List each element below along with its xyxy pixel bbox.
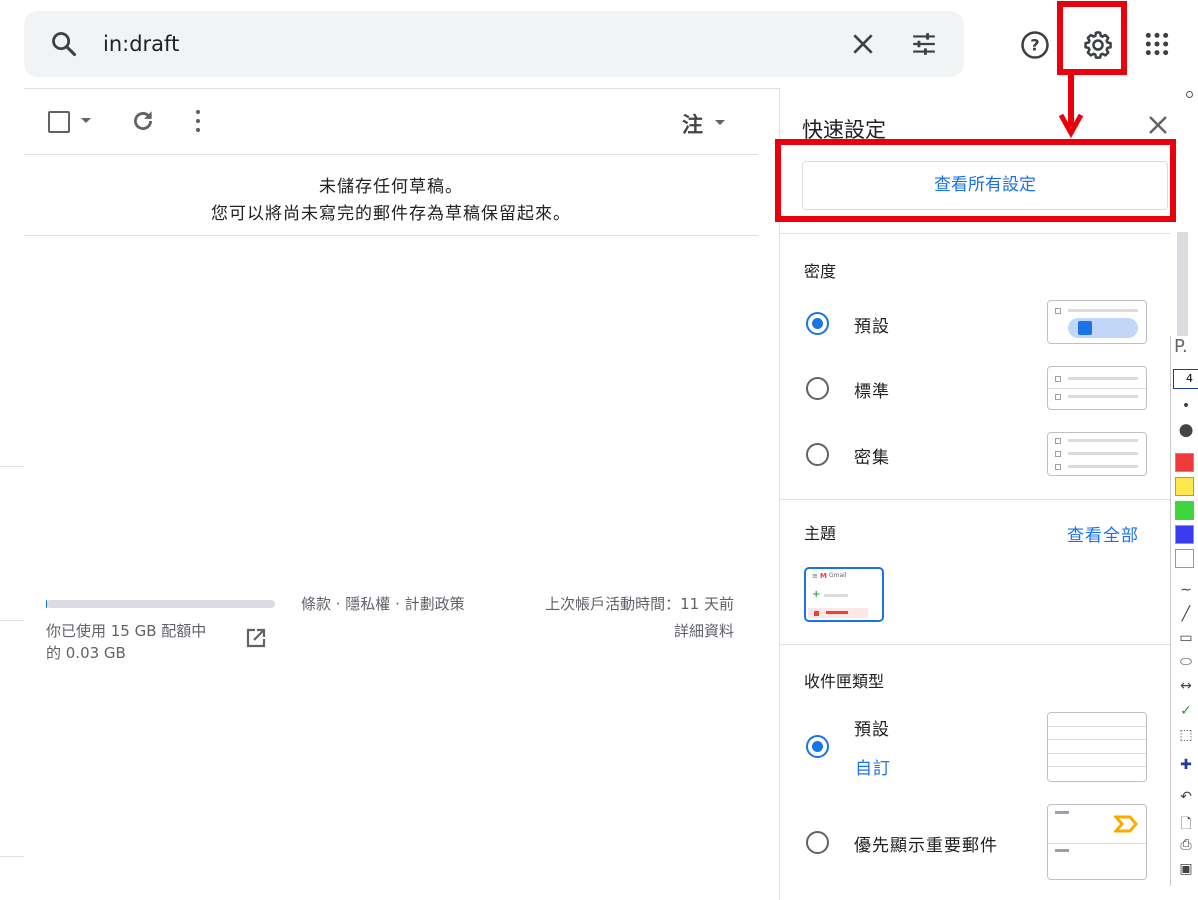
density-default-preview[interactable] — [1047, 300, 1147, 344]
inbox-default-preview[interactable] — [1047, 712, 1147, 782]
left-edge-divider — [0, 466, 24, 467]
screen-icon[interactable]: ▣ — [1176, 861, 1196, 877]
settings-highlight-box — [1057, 1, 1127, 75]
theme-title: 主題 — [804, 524, 837, 543]
add-tool-icon[interactable]: ✚ — [1176, 757, 1196, 773]
inbox-type-title: 收件匣類型 — [804, 672, 885, 691]
panel-scrollbar[interactable] — [1177, 232, 1188, 342]
sort-dropdown-icon[interactable] — [715, 120, 725, 125]
density-standard-preview[interactable] — [1047, 366, 1147, 410]
theme-default-preview[interactable]: ≡ M Gmail + — [804, 567, 884, 622]
inbox-important-first-radio[interactable] — [806, 831, 829, 854]
arrow-tool-icon[interactable]: ↔ — [1176, 678, 1196, 694]
svg-text:?: ? — [1030, 36, 1039, 55]
color-green-swatch[interactable] — [1175, 501, 1194, 520]
density-standard-radio[interactable] — [806, 377, 829, 400]
clear-search-icon[interactable] — [850, 31, 876, 57]
top-divider — [24, 88, 779, 89]
footer-policy-links[interactable]: 條款 · 隱私權 · 計劃政策 — [301, 593, 465, 614]
undo-icon[interactable]: ↶ — [1176, 789, 1196, 805]
density-title: 密度 — [804, 262, 837, 281]
inbox-customize-link[interactable]: 自訂 — [855, 754, 891, 779]
storage-usage-bar — [46, 600, 275, 608]
panel-divider — [780, 499, 1170, 500]
refresh-icon[interactable] — [130, 108, 156, 134]
see-all-themes-link[interactable]: 查看全部 — [1067, 521, 1139, 546]
rectangle-tool-icon[interactable]: ▭ — [1176, 630, 1196, 646]
more-options-icon[interactable] — [191, 108, 205, 134]
inbox-default-label[interactable]: 預設 — [854, 715, 890, 740]
crop-tool-icon[interactable]: ⬚ — [1176, 727, 1196, 743]
density-default-label[interactable]: 預設 — [854, 312, 890, 337]
small-dot-icon[interactable]: • — [1176, 398, 1196, 414]
help-icon[interactable]: ? — [1020, 30, 1050, 60]
storage-usage-text: 你已使用 15 GB 配額中 — [46, 622, 207, 640]
large-dot-icon[interactable]: ● — [1176, 420, 1196, 440]
annotation-arrow-icon — [1058, 75, 1084, 139]
list-divider — [24, 235, 758, 236]
color-white-swatch[interactable] — [1175, 549, 1194, 568]
empty-drafts-hint: 您可以將尚未寫完的郵件存為草稿保留起來。 — [211, 204, 571, 224]
toolbar-divider — [24, 154, 758, 155]
last-activity-text: 上次帳戶活動時間：11 天前 — [545, 595, 734, 613]
color-blue-swatch[interactable] — [1175, 525, 1194, 544]
details-link[interactable]: 詳細資料 — [674, 620, 734, 641]
see-all-settings-highlight-box — [775, 139, 1176, 222]
print-icon[interactable]: ⎙ — [1176, 837, 1196, 853]
select-all-checkbox[interactable] — [48, 111, 70, 133]
open-in-new-icon[interactable] — [246, 628, 266, 648]
storage-usage-amount: 的 0.03 GB — [46, 644, 126, 662]
pen-size-input[interactable]: 4 — [1173, 369, 1198, 389]
freehand-icon[interactable]: ∼ — [1176, 582, 1196, 598]
color-red-swatch[interactable] — [1175, 453, 1194, 472]
importance-marker-icon — [1114, 815, 1138, 833]
ellipse-tool-icon[interactable]: ⬭ — [1176, 654, 1196, 670]
gmail-window: in:draft ? 注 未儲存任何草稿。 您可以將尚未寫完的郵件存為草稿保留起… — [0, 0, 1198, 900]
tool-panel-label: P. — [1174, 336, 1188, 357]
select-dropdown-icon[interactable] — [81, 118, 91, 123]
inbox-important-preview[interactable] — [1047, 804, 1147, 880]
search-icon[interactable] — [50, 30, 78, 58]
density-standard-label[interactable]: 標準 — [854, 377, 890, 402]
empty-drafts-message: 未儲存任何草稿。 — [319, 177, 463, 197]
left-edge-divider — [0, 620, 24, 621]
line-tool-icon[interactable]: ╱ — [1176, 606, 1196, 622]
density-default-radio[interactable] — [806, 312, 829, 335]
tool-dot-icon — [1186, 91, 1193, 98]
density-compact-radio[interactable] — [806, 443, 829, 466]
density-compact-preview[interactable] — [1047, 432, 1147, 476]
search-options-icon[interactable] — [910, 31, 938, 57]
inbox-default-radio[interactable] — [806, 735, 829, 758]
new-page-icon[interactable]: 🗋 — [1176, 813, 1196, 837]
left-edge-divider — [0, 856, 24, 857]
panel-divider — [780, 644, 1170, 645]
panel-divider — [780, 233, 1170, 234]
close-icon[interactable] — [1148, 115, 1168, 135]
google-apps-icon[interactable] — [1144, 31, 1170, 57]
color-yellow-swatch[interactable] — [1175, 477, 1194, 496]
sort-menu-label[interactable]: 注 — [682, 109, 703, 139]
density-compact-label[interactable]: 密集 — [854, 443, 890, 468]
theme-thumb-brand: Gmail — [829, 572, 847, 579]
search-input[interactable]: in:draft — [103, 32, 179, 56]
inbox-important-first-label[interactable]: 優先顯示重要郵件 — [854, 831, 998, 856]
check-tool-icon[interactable]: ✓ — [1176, 703, 1196, 719]
